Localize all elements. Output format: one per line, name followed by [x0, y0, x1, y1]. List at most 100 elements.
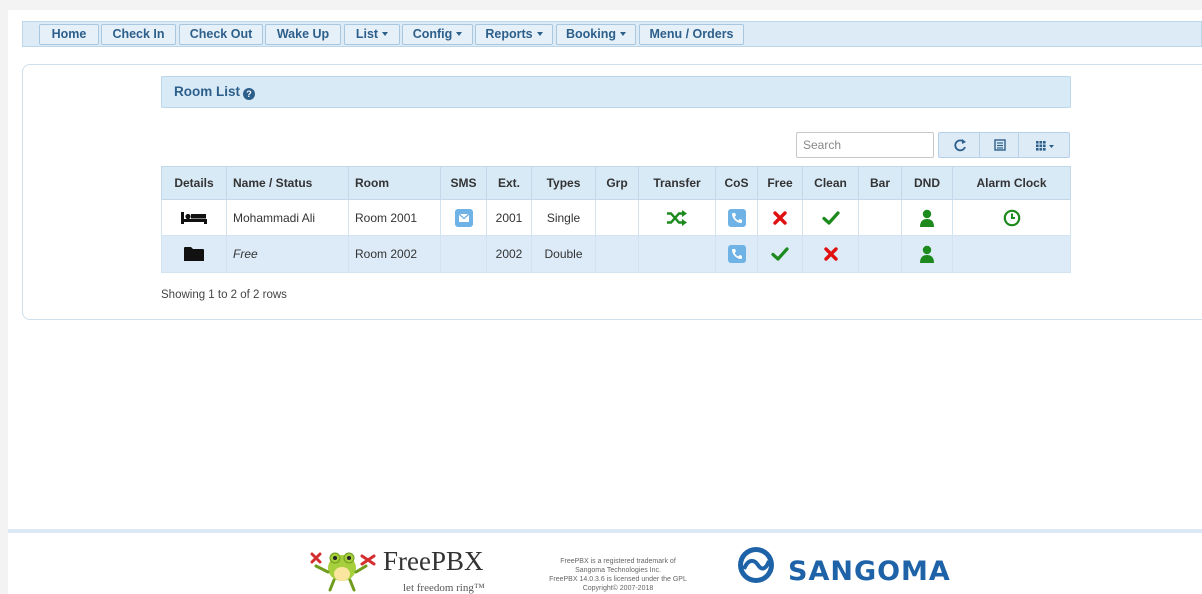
bar-value — [858, 199, 902, 236]
col-clean[interactable]: Clean — [802, 166, 859, 200]
list-view-icon — [994, 139, 1006, 151]
col-room[interactable]: Room — [348, 166, 441, 200]
sms-cell — [440, 235, 487, 273]
caret-down-icon — [456, 32, 463, 36]
nav-menu-orders-button[interactable]: Menu / Orders — [639, 24, 744, 45]
freepbx-frog-logo — [310, 552, 376, 592]
nav-reports-dropdown[interactable]: Reports — [475, 24, 553, 45]
phone-icon[interactable] — [727, 208, 746, 227]
col-free[interactable]: Free — [757, 166, 803, 200]
grid-icon — [1036, 141, 1054, 151]
alarm-cell[interactable] — [952, 199, 1071, 236]
rooms-table: Details Name / Status Room SMS Ext. Type… — [161, 166, 1071, 273]
free-status[interactable] — [757, 199, 803, 236]
table-row: Free Room 2002 2002 Double — [161, 235, 1071, 273]
alarm-cell — [952, 235, 1071, 273]
room-status: Free — [226, 235, 349, 273]
nav-config-label: Config — [412, 27, 453, 41]
nav-booking-label: Booking — [566, 27, 616, 41]
envelope-icon[interactable] — [454, 208, 473, 227]
dnd-cell[interactable] — [901, 199, 953, 236]
transfer-cell[interactable] — [638, 199, 716, 236]
cross-icon — [823, 247, 838, 262]
toggle-view-button[interactable] — [979, 132, 1019, 158]
caret-down-icon — [620, 32, 626, 36]
details-cell[interactable] — [161, 199, 227, 236]
nav-check-out-button[interactable]: Check Out — [179, 24, 263, 45]
help-icon[interactable]: ? — [243, 88, 255, 100]
type-value: Double — [531, 235, 596, 273]
bed-icon[interactable] — [180, 211, 208, 225]
bar-value — [858, 235, 902, 273]
col-alarm-clock[interactable]: Alarm Clock — [952, 166, 1071, 200]
legal-line: FreePBX 14.0.3.6 is licensed under the G… — [549, 576, 687, 583]
table-header-row: Details Name / Status Room SMS Ext. Type… — [161, 166, 1071, 200]
section-title: Room List? — [174, 84, 255, 100]
check-icon — [771, 247, 789, 262]
pagination-info: Showing 1 to 2 of 2 rows — [161, 289, 287, 301]
caret-down-icon — [382, 32, 389, 36]
freepbx-tagline: let freedom ring™ — [403, 582, 485, 594]
search-input[interactable] — [796, 132, 934, 158]
phone-icon[interactable] — [727, 245, 746, 263]
guest-name: Mohammadi Ali — [226, 199, 349, 236]
caret-down-icon — [536, 32, 543, 36]
nav-check-out-label: Check Out — [189, 27, 253, 41]
cos-cell[interactable] — [715, 199, 758, 236]
col-dnd[interactable]: DND — [901, 166, 953, 200]
nav-check-in-button[interactable]: Check In — [101, 24, 176, 45]
sangoma-logo-icon — [738, 547, 774, 583]
nav-check-in-label: Check In — [112, 27, 165, 41]
sangoma-logo-text: SANGOMA — [788, 556, 951, 587]
ext-value: 2001 — [486, 199, 532, 236]
columns-dropdown-button[interactable] — [1018, 132, 1070, 158]
shuffle-icon[interactable] — [666, 209, 688, 226]
col-details[interactable]: Details — [161, 166, 227, 200]
freepbx-name: FreePBX — [383, 546, 484, 576]
grp-value — [595, 235, 639, 273]
nav-menu-orders-label: Menu / Orders — [649, 27, 734, 41]
refresh-icon — [954, 139, 966, 152]
refresh-button[interactable] — [938, 132, 980, 158]
col-name-status[interactable]: Name / Status — [226, 166, 349, 200]
room-name: Room 2002 — [348, 235, 441, 273]
cross-icon — [773, 211, 787, 225]
legal-line: FreePBX is a registered trademark of — [560, 558, 676, 565]
dnd-cell[interactable] — [901, 235, 953, 273]
table-row: Mohammadi Ali Room 2001 2001 Single — [161, 199, 1071, 236]
nav-reports-label: Reports — [485, 27, 533, 41]
col-sms[interactable]: SMS — [440, 166, 487, 200]
page: Home Check In Check Out Wake Up List Con… — [8, 10, 1202, 594]
col-grp[interactable]: Grp — [595, 166, 639, 200]
sms-cell[interactable] — [440, 199, 487, 236]
user-icon[interactable] — [919, 245, 935, 263]
nav-list-dropdown[interactable]: List — [344, 24, 400, 45]
nav-booking-dropdown[interactable]: Booking — [556, 24, 636, 45]
details-cell[interactable] — [161, 235, 227, 273]
clean-status[interactable] — [802, 199, 859, 236]
nav-home-label: Home — [51, 27, 87, 41]
top-navbar: Home Check In Check Out Wake Up List Con… — [22, 21, 1202, 47]
legal-text: FreePBX is a registered trademark of San… — [533, 557, 703, 593]
nav-wake-up-button[interactable]: Wake Up — [265, 24, 341, 45]
nav-wake-up-label: Wake Up — [276, 27, 330, 41]
room-name: Room 2001 — [348, 199, 441, 236]
col-cos[interactable]: CoS — [715, 166, 758, 200]
user-icon[interactable] — [919, 209, 935, 227]
free-status[interactable] — [757, 235, 803, 273]
section-header: Room List? — [161, 76, 1071, 108]
clock-icon[interactable] — [1003, 209, 1021, 227]
folder-icon[interactable] — [183, 246, 205, 262]
legal-line: Sangoma Technologies Inc. — [575, 567, 661, 574]
type-value: Single — [531, 199, 596, 236]
col-bar[interactable]: Bar — [858, 166, 902, 200]
nav-config-dropdown[interactable]: Config — [402, 24, 473, 45]
col-ext[interactable]: Ext. — [486, 166, 532, 200]
check-icon — [821, 211, 840, 225]
cos-cell[interactable] — [715, 235, 758, 273]
section-title-text: Room List — [174, 84, 240, 99]
nav-home-button[interactable]: Home — [39, 24, 99, 45]
clean-status[interactable] — [802, 235, 859, 273]
col-types[interactable]: Types — [531, 166, 596, 200]
col-transfer[interactable]: Transfer — [638, 166, 716, 200]
